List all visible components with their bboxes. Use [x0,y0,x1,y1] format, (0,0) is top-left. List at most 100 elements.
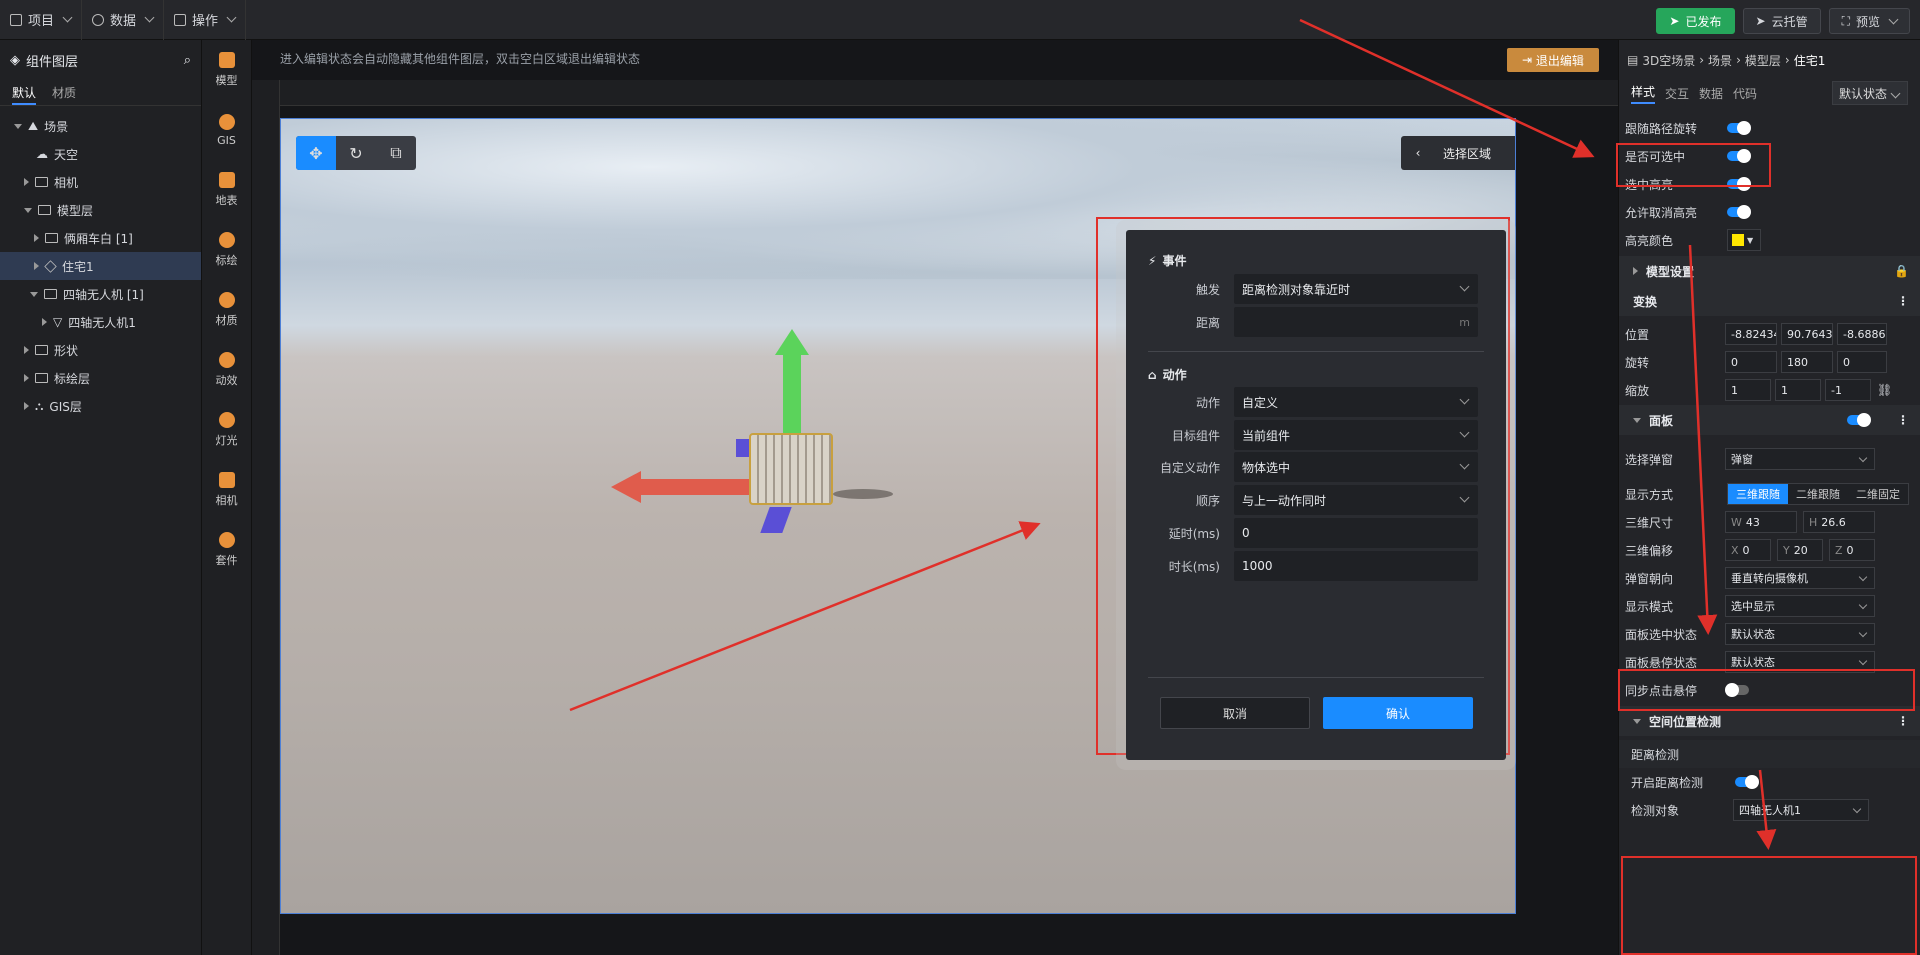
iconbar-ground[interactable]: 地表 [202,160,251,220]
menu-data[interactable]: 数据 [82,0,165,40]
sel-state-select[interactable]: 默认状态 [1725,623,1875,645]
scale-icon[interactable]: ⧉ [376,136,416,170]
more-icon[interactable]: ⋮ [1897,294,1909,308]
tab-interaction[interactable]: 交互 [1665,85,1689,102]
select-area-bar[interactable]: ‹ 选择区域 [1401,136,1515,170]
layer-panel-title: 组件图层 [26,54,79,70]
tree-item-sky[interactable]: ☁ 天空 [0,140,201,168]
cloud-button[interactable]: ➤ 云托管 [1742,8,1821,34]
panel-toggle[interactable] [1847,413,1871,427]
exit-edit-button[interactable]: ⇥ 退出编辑 [1507,48,1599,72]
pos-x-input[interactable]: -8.824344 [1725,323,1777,345]
z-axis-arrow[interactable] [760,507,792,533]
chevron-down-icon [1459,394,1470,405]
iconbar-light[interactable]: 灯光 [202,400,251,460]
scale-x-input[interactable]: 1 [1725,379,1771,401]
offset-x-input[interactable]: X0 [1725,539,1771,561]
scale-z-input[interactable]: -1 [1825,379,1871,401]
show-mode-row: 显示模式 选中显示 [1619,592,1920,620]
preview-button[interactable]: ⛶ 预览 [1828,8,1910,34]
display-3d-follow[interactable]: 三维跟随 [1728,484,1788,504]
iconbar-kit[interactable]: 套件 [202,520,251,580]
detect-obj-select[interactable]: 四轴无人机1 [1733,799,1869,821]
order-select[interactable]: 与上一动作同时 [1234,485,1478,515]
iconbar-plot[interactable]: 标绘 [202,220,251,280]
more-icon[interactable]: ⋮ [1897,714,1909,728]
panel-group[interactable]: 面板 ⋮ [1619,405,1920,435]
cancel-button[interactable]: 取消 [1160,697,1310,729]
pin-icon [218,232,235,248]
transform-group[interactable]: 变换 ⋮ [1619,286,1920,316]
display-2d-fixed[interactable]: 二维固定 [1848,484,1908,504]
custom-action-select[interactable]: 物体选中 [1234,452,1478,482]
tree-item-plot[interactable]: 标绘层 [0,364,201,392]
action-select[interactable]: 自定义 [1234,387,1478,417]
iconbar-model[interactable]: 模型 [202,40,251,100]
display-segment: 三维跟随 二维跟随 二维固定 [1727,483,1909,505]
popup-select[interactable]: 弹窗 [1725,448,1875,470]
offset-y-input[interactable]: Y 20 [1777,539,1823,561]
tree-item-model-layer[interactable]: 模型层 [0,196,201,224]
tab-code[interactable]: 代码 [1733,85,1757,102]
tree-item-gis[interactable]: ⛬ GIS层 [0,392,201,420]
lock-icon[interactable]: 🔒 [1894,264,1909,278]
tab-style[interactable]: 样式 [1631,83,1656,104]
pos-y-input[interactable]: 90.764343 [1781,323,1833,345]
tree-item-camera[interactable]: 相机 [0,168,201,196]
y-axis-arrow[interactable] [783,349,801,434]
editor-canvas[interactable]: 进入编辑状态会自动隐藏其他组件图层，双击空白区域退出编辑状态 ⇥ 退出编辑 ✥ … [252,40,1618,955]
published-button[interactable]: ➤ 已发布 [1656,8,1735,34]
menu-ops[interactable]: 操作 [164,0,247,40]
height-input[interactable]: H 26.6 [1803,511,1875,533]
iconbar-material[interactable]: 材质 [202,280,251,340]
event-section-title: ⚡ 事件 [1148,253,1187,269]
model-settings-group[interactable]: 模型设置 🔒 [1619,256,1920,286]
x-axis-arrow[interactable] [641,479,751,495]
tab-data[interactable]: 数据 [1699,85,1723,102]
link-icon[interactable]: ⛓ [1877,383,1892,397]
follow-rotate-toggle[interactable] [1727,121,1751,135]
tab-default[interactable]: 默认 [12,80,37,105]
more-icon[interactable]: ⋮ [1897,413,1909,427]
house-model[interactable] [749,433,833,505]
rotate-icon[interactable]: ↻ [336,136,376,170]
scale-y-input[interactable]: 1 [1775,379,1821,401]
orient-select[interactable]: 垂直转向摄像机 [1725,567,1875,589]
display-2d-follow[interactable]: 二维跟随 [1788,484,1848,504]
width-input[interactable]: W 43 [1725,511,1797,533]
show-mode-select[interactable]: 选中显示 [1725,595,1875,617]
offset3d-row: 三维偏移 X0 Y 20 Z0 [1619,536,1920,564]
search-icon[interactable]: ⌕ [184,53,191,68]
delay-input[interactable]: 0 [1234,518,1478,548]
distance-input[interactable]: m [1234,307,1478,337]
allow-cancel-toggle[interactable] [1727,205,1751,219]
tree-item-car[interactable]: 俩厢车白 [1] [0,224,201,252]
delay-row: 延时(ms) 0 [1126,518,1506,548]
menu-project[interactable]: 项目 [0,0,83,40]
tree-item-house[interactable]: 住宅1 [0,252,201,280]
enable-dist-toggle[interactable] [1735,775,1759,789]
tree-item-drone-group[interactable]: 四轴无人机 [1] [0,280,201,308]
chevron-left-icon[interactable]: ‹ [1401,136,1435,170]
breadcrumb: ▤ 3D空场景 › 场景 › 模型层 › 住宅1 [1627,53,1826,68]
state-select[interactable]: 默认状态 [1832,81,1908,105]
rotation-row: 旋转 0 180 0 [1619,348,1920,376]
target-select[interactable]: 当前组件 [1234,420,1478,450]
tree-item-shape[interactable]: 形状 [0,336,201,364]
rot-y-input[interactable]: 180 [1781,351,1833,373]
pos-z-input[interactable]: -8.688633 [1837,323,1887,345]
tree-item-scene[interactable]: ⛰ 场景 [0,112,201,140]
offset-z-input[interactable]: Z0 [1829,539,1875,561]
rot-x-input[interactable]: 0 [1725,351,1777,373]
iconbar-effect[interactable]: 动效 [202,340,251,400]
trigger-select[interactable]: 距离检测对象靠近时 [1234,274,1478,304]
tree-item-drone[interactable]: ▽ 四轴无人机1 [0,308,201,336]
move-icon[interactable]: ✥ [296,136,336,170]
highlight-color-picker[interactable]: ▼ [1727,229,1761,251]
iconbar-camera[interactable]: 相机 [202,460,251,520]
confirm-button[interactable]: 确认 [1323,697,1473,729]
duration-input[interactable]: 1000 [1234,551,1478,581]
tab-material[interactable]: 材质 [52,80,76,105]
iconbar-gis[interactable]: GIS [202,100,251,160]
rot-z-input[interactable]: 0 [1837,351,1887,373]
